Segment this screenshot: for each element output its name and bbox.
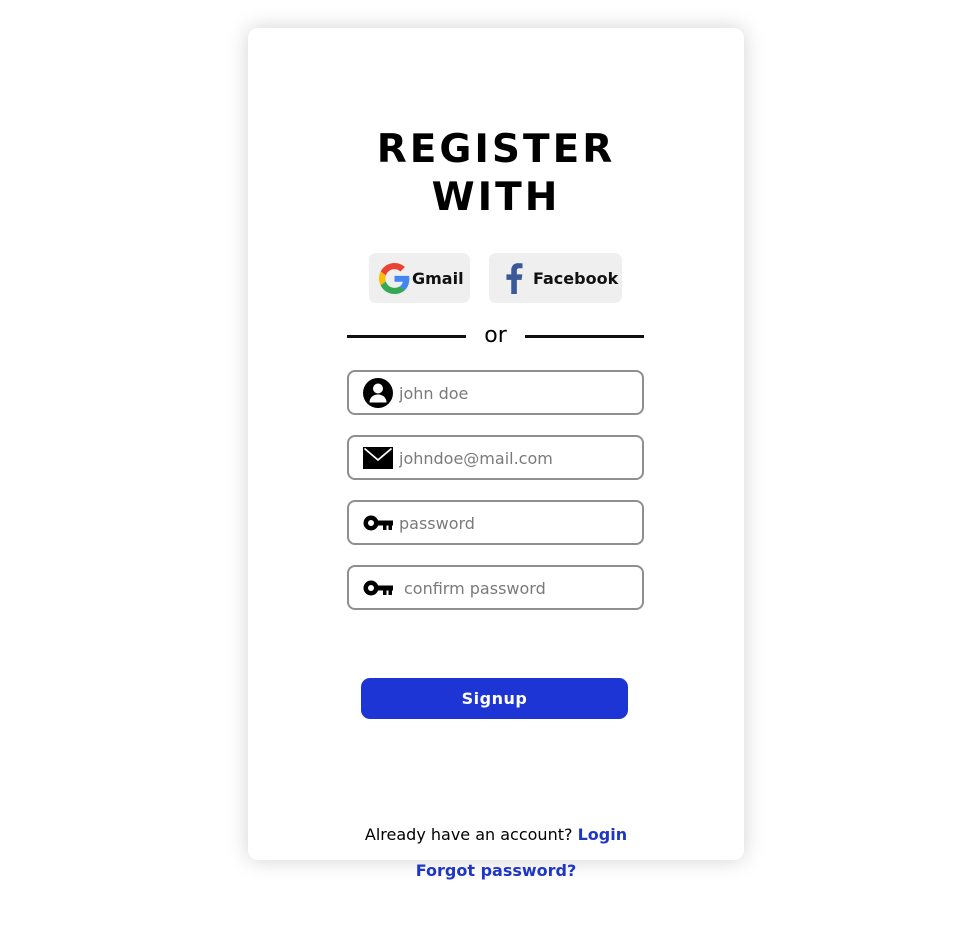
divider-right [525,335,644,338]
login-link[interactable]: Login [578,825,628,844]
envelope-icon [362,443,394,473]
password-input[interactable] [399,510,634,536]
key-icon [362,573,394,603]
email-input[interactable] [399,445,634,471]
facebook-f-icon [503,262,525,294]
confirm-password-input[interactable] [404,575,639,601]
title-line-1: REGISTER [376,127,616,172]
name-input[interactable] [399,380,634,406]
gmail-button[interactable]: Gmail [369,253,470,303]
forgot-password-link[interactable]: Forgot password? [416,861,577,880]
google-g-icon [379,262,410,294]
name-field [347,370,644,415]
key-icon [362,508,394,538]
password-field [347,500,644,545]
signup-button[interactable]: Signup [361,678,628,719]
title-line-2: WITH [431,175,561,220]
user-circle-icon [362,378,394,408]
gmail-label: Gmail [412,268,464,288]
divider-left [347,335,466,338]
login-prompt: Already have an account? Login [248,825,744,845]
email-field [347,435,644,480]
forgot-row: Forgot password? [248,861,744,881]
divider-text: or [484,323,507,348]
account-prompt-text: Already have an account? [364,825,573,844]
confirm-password-field [347,565,644,610]
page-title: REGISTER WITH [248,126,744,222]
facebook-button[interactable]: Facebook [489,253,622,303]
facebook-label: Facebook [533,268,619,288]
